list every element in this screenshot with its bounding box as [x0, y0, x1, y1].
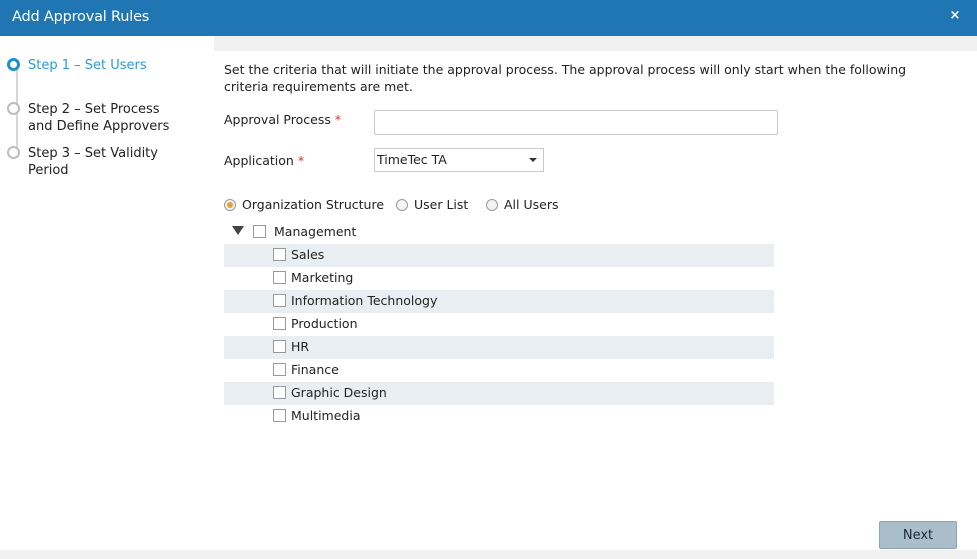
tree-label-sales: Sales	[291, 247, 325, 262]
application-select[interactable]: TimeTec TA	[374, 148, 544, 172]
tree-label-hr: HR	[291, 339, 310, 354]
organization-tree: Management Sales Marketing Information T…	[224, 221, 774, 441]
close-icon[interactable]: ×	[947, 6, 963, 26]
step-3-set-validity[interactable]: Step 3 – Set Validity Period	[7, 145, 158, 179]
checkbox-information-technology[interactable]	[273, 294, 286, 307]
tree-row: Multimedia	[224, 405, 774, 428]
tree-row: Finance	[224, 359, 774, 382]
dialog-titlebar: Add Approval Rules ×	[0, 0, 977, 36]
application-label: Application *	[224, 153, 304, 168]
triangle-down-icon[interactable]	[232, 226, 244, 235]
checkbox-hr[interactable]	[273, 340, 286, 353]
tree-label-marketing: Marketing	[291, 270, 354, 285]
step-2-label-line1: Step 2 – Set Process	[28, 102, 160, 117]
step-active-icon	[7, 58, 20, 71]
radio-all-users[interactable]: All Users	[486, 197, 558, 212]
checkbox-sales[interactable]	[273, 248, 286, 261]
radio-user-list[interactable]: User List	[396, 197, 468, 212]
approval-process-label: Approval Process *	[224, 112, 341, 127]
step-3-label-line2: Period	[28, 163, 69, 178]
tree-row: Marketing	[224, 267, 774, 290]
tree-row: Information Technology	[224, 290, 774, 313]
dialog-title: Add Approval Rules	[12, 9, 150, 25]
radio-checked-icon	[224, 198, 236, 211]
radio-organization-structure-label: Organization Structure	[242, 197, 385, 212]
chevron-down-icon	[529, 158, 537, 162]
tree-label-finance: Finance	[291, 362, 339, 377]
tree-row: HR	[224, 336, 774, 359]
approval-process-label-text: Approval Process	[224, 112, 331, 127]
radio-all-users-label: All Users	[504, 197, 559, 212]
step-inactive-icon	[7, 102, 20, 115]
application-label-text: Application	[224, 153, 294, 168]
tree-row: Graphic Design	[224, 382, 774, 405]
main-panel: Set the criteria that will initiate the …	[214, 51, 977, 550]
tree-label-multimedia: Multimedia	[291, 408, 361, 423]
radio-organization-structure[interactable]: Organization Structure	[224, 197, 384, 212]
step-1-label: Step 1 – Set Users	[28, 58, 147, 73]
required-marker: *	[334, 112, 342, 127]
tree-label-production: Production	[291, 316, 358, 331]
checkbox-multimedia[interactable]	[273, 409, 286, 422]
tree-row-root: Management	[224, 221, 774, 244]
radio-user-list-label: User List	[414, 197, 469, 212]
tree-label-management: Management	[274, 224, 357, 239]
radio-unchecked-icon	[486, 198, 498, 211]
tree-label-information-technology: Information Technology	[291, 293, 438, 308]
checkbox-marketing[interactable]	[273, 271, 286, 284]
radio-unchecked-icon	[396, 198, 408, 211]
checkbox-graphic-design[interactable]	[273, 386, 286, 399]
tree-label-graphic-design: Graphic Design	[291, 385, 387, 400]
application-selected-value: TimeTec TA	[377, 152, 447, 167]
approval-process-input[interactable]	[374, 110, 778, 135]
tree-row: Sales	[224, 244, 774, 267]
step-2-set-process[interactable]: Step 2 – Set Process and Define Approver…	[7, 101, 170, 135]
intro-text: Set the criteria that will initiate the …	[224, 62, 907, 94]
wizard-steps: Step 1 – Set Users Step 2 – Set Process …	[0, 36, 214, 550]
required-marker: *	[297, 153, 305, 168]
step-3-label-line1: Step 3 – Set Validity	[28, 146, 158, 161]
next-button[interactable]: Next	[879, 521, 957, 549]
checkbox-finance[interactable]	[273, 363, 286, 376]
checkbox-management[interactable]	[253, 225, 266, 238]
step-inactive-icon	[7, 146, 20, 159]
step-2-label-line2: and Define Approvers	[28, 119, 170, 134]
tree-row: Production	[224, 313, 774, 336]
step-1-set-users[interactable]: Step 1 – Set Users	[7, 57, 147, 74]
checkbox-production[interactable]	[273, 317, 286, 330]
